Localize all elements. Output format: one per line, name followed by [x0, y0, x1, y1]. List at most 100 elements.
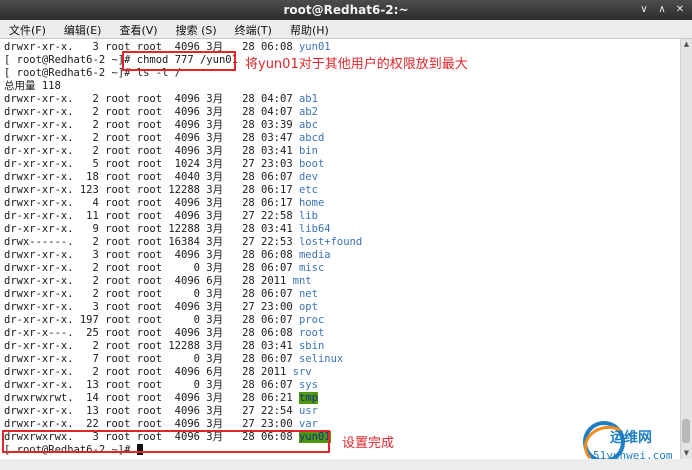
dir-name: ab1: [298, 93, 318, 105]
terminal-line: dr-xr-xr-x. 5 root root 1024 3月 27 23:03…: [4, 158, 324, 171]
terminal-line: drwxr-xr-x. 3 root root 4096 3月 27 23:00…: [4, 301, 318, 314]
scrollbar[interactable]: ▲ ▼: [680, 39, 692, 459]
close-icon[interactable]: ✕: [672, 2, 688, 17]
dir-name-highlighted: tmp: [298, 392, 318, 404]
dir-name: misc: [298, 262, 325, 274]
line-text: dr-xr-x---. 25 root root 4096 3月 28 06:0…: [4, 327, 299, 339]
watermark-text: 运维网: [610, 430, 652, 446]
menu-edit[interactable]: 编辑(E): [55, 20, 111, 38]
dir-name: bin: [298, 145, 318, 157]
terminal-line: dr-xr-xr-x. 11 root root 4096 3月 27 22:5…: [4, 210, 318, 223]
dir-name: lost+found: [298, 236, 363, 248]
terminal-line: drwxr-xr-x. 13 root root 4096 3月 27 22:5…: [4, 405, 318, 418]
line-text: drwxr-xr-x. 3 root root 4096 3月 28 06:08: [4, 249, 299, 261]
line-text: drwxrwxrwt. 14 root root 4096 3月 28 06:2…: [4, 392, 299, 404]
line-text: drwxr-xr-x. 7 root root 0 3月 28 06:07: [4, 353, 299, 365]
dir-name: opt: [298, 301, 318, 313]
terminal-line: drwxr-xr-x. 3 root root 4096 3月 28 06:08…: [4, 249, 331, 262]
terminal-line: 总用量 118: [4, 80, 61, 93]
dir-name: selinux: [298, 353, 344, 365]
line-text: drwxr-xr-x. 2 root root 4096 3月 28 03:47: [4, 132, 299, 144]
terminal-line: drwxr-xr-x. 2 root root 0 3月 28 06:07 ne…: [4, 288, 318, 301]
line-text: drwxr-xr-x. 2 root root 4096 3月 28 04:07: [4, 93, 299, 105]
dir-name: mnt: [292, 275, 312, 287]
terminal-line: drwxr-xr-x. 2 root root 4096 6月 28 2011 …: [4, 366, 312, 379]
dir-name: root: [298, 327, 325, 339]
dir-name: srv: [292, 366, 312, 378]
line-text: dr-xr-xr-x. 2 root root 12288 3月 28 03:4…: [4, 340, 299, 352]
dir-name: lib: [298, 210, 318, 222]
terminal-line: drwxr-xr-x. 123 root root 12288 3月 28 06…: [4, 184, 318, 197]
line-text: dr-xr-xr-x. 11 root root 4096 3月 27 22:5…: [4, 210, 299, 222]
menu-bar: 文件(F) 编辑(E) 查看(V) 搜索 (S) 终端(T) 帮助(H): [0, 20, 692, 39]
menu-help[interactable]: 帮助(H): [281, 20, 338, 38]
terminal-output[interactable]: drwxr-xr-x. 3 root root 4096 3月 28 06:08…: [0, 39, 679, 459]
dir-name: home: [298, 197, 325, 209]
terminal-line: dr-xr-xr-x. 197 root root 0 3月 28 06:07 …: [4, 314, 324, 327]
dir-name: usr: [298, 405, 318, 417]
chmod-annotation: 将yun01对于其他用户的权限放到最大: [245, 57, 468, 72]
line-text: dr-xr-xr-x. 197 root root 0 3月 28 06:07: [4, 314, 299, 326]
dir-name: media: [298, 249, 331, 261]
maximize-icon[interactable]: ∧: [654, 2, 670, 17]
line-text: 总用量 118: [4, 80, 61, 92]
terminal-line: drwxr-xr-x. 2 root root 4096 6月 28 2011 …: [4, 275, 312, 288]
dir-name: proc: [298, 314, 325, 326]
line-text: drwxr-xr-x. 2 root root 4096 6月 28 2011: [4, 275, 293, 287]
scroll-up-icon[interactable]: ▲: [681, 39, 692, 50]
line-text: drwxr-xr-x. 13 root root 0 3月 28 06:07: [4, 379, 299, 391]
line-text: drwxr-xr-x. 3 root root 4096 3月 27 23:00: [4, 301, 299, 313]
terminal-line: drwxr-xr-x. 13 root root 0 3月 28 06:07 s…: [4, 379, 318, 392]
terminal-line: drwxr-xr-x. 2 root root 4096 3月 28 03:47…: [4, 132, 324, 145]
line-text: drwxr-xr-x. 22 root root 4096 3月 27 23:0…: [4, 418, 299, 430]
minimize-icon[interactable]: ∨: [636, 2, 652, 17]
terminal-line: drwxr-xr-x. 2 root root 4096 3月 28 03:39…: [4, 119, 318, 132]
dir-name: dev: [298, 171, 318, 183]
line-text: dr-xr-xr-x. 9 root root 12288 3月 28 03:4…: [4, 223, 299, 235]
dir-name: var: [298, 418, 318, 430]
terminal-line: drwx------. 2 root root 16384 3月 27 22:5…: [4, 236, 362, 249]
line-text: dr-xr-xr-x. 5 root root 1024 3月 27 23:03: [4, 158, 299, 170]
menu-file[interactable]: 文件(F): [0, 20, 55, 38]
window-title: root@Redhat6-2:~: [283, 3, 409, 17]
line-text: drwxr-xr-x. 13 root root 4096 3月 27 22:5…: [4, 405, 299, 417]
terminal-line: dr-xr-xr-x. 2 root root 12288 3月 28 03:4…: [4, 340, 324, 353]
chmod-highlight-box: [122, 51, 236, 71]
dir-name: abc: [298, 119, 318, 131]
menu-view[interactable]: 查看(V): [110, 20, 166, 38]
dir-name: sys: [298, 379, 318, 391]
line-text: drwxr-xr-x. 2 root root 0 3月 28 06:07: [4, 288, 299, 300]
menu-search[interactable]: 搜索 (S): [167, 20, 226, 38]
line-text: drwxr-xr-x. 2 root root 4096 3月 28 04:07: [4, 106, 299, 118]
terminal-line: drwxrwxrwt. 14 root root 4096 3月 28 06:2…: [4, 392, 318, 405]
dir-name: sbin: [298, 340, 325, 352]
line-text: drwxr-xr-x. 4 root root 4096 3月 28 06:17: [4, 197, 299, 209]
dir-name: ab2: [298, 106, 318, 118]
dir-name: lib64: [298, 223, 331, 235]
line-text: drwxr-xr-x. 2 root root 4096 6月 28 2011: [4, 366, 293, 378]
terminal-line: drwxr-xr-x. 7 root root 0 3月 28 06:07 se…: [4, 353, 343, 366]
line-text: drwxr-xr-x. 2 root root 4096 3月 28 03:39: [4, 119, 299, 131]
terminal-line: drwxr-xr-x. 2 root root 4096 3月 28 04:07…: [4, 93, 318, 106]
result-highlight-box: [2, 430, 330, 453]
terminal-line: dr-xr-x---. 25 root root 4096 3月 28 06:0…: [4, 327, 324, 340]
dir-name: etc: [298, 184, 318, 196]
dir-name: yun01: [298, 41, 331, 53]
window-controls: ∨ ∧ ✕: [636, 2, 688, 17]
watermark: 运维网 51yunwei.com: [560, 400, 690, 468]
result-annotation: 设置完成: [342, 436, 395, 451]
terminal-line: drwxr-xr-x. 2 root root 4096 3月 28 04:07…: [4, 106, 318, 119]
line-text: drwxr-xr-x. 2 root root 0 3月 28 06:07: [4, 262, 299, 274]
terminal-line: dr-xr-xr-x. 2 root root 4096 3月 28 03:41…: [4, 145, 318, 158]
terminal-line: drwxr-xr-x. 2 root root 0 3月 28 06:07 mi…: [4, 262, 324, 275]
menu-terminal[interactable]: 终端(T): [226, 20, 281, 38]
line-text: [ root@Redhat6-2 ~]#: [4, 54, 137, 66]
status-bar: [0, 459, 692, 470]
dir-name: net: [298, 288, 318, 300]
terminal-line: dr-xr-xr-x. 9 root root 12288 3月 28 03:4…: [4, 223, 331, 236]
window-titlebar: root@Redhat6-2:~ ∨ ∧ ✕: [0, 0, 692, 20]
dir-name: boot: [298, 158, 325, 170]
line-text: [ root@Redhat6-2 ~]#: [4, 67, 137, 79]
dir-name: abcd: [298, 132, 325, 144]
line-text: drwx------. 2 root root 16384 3月 27 22:5…: [4, 236, 299, 248]
